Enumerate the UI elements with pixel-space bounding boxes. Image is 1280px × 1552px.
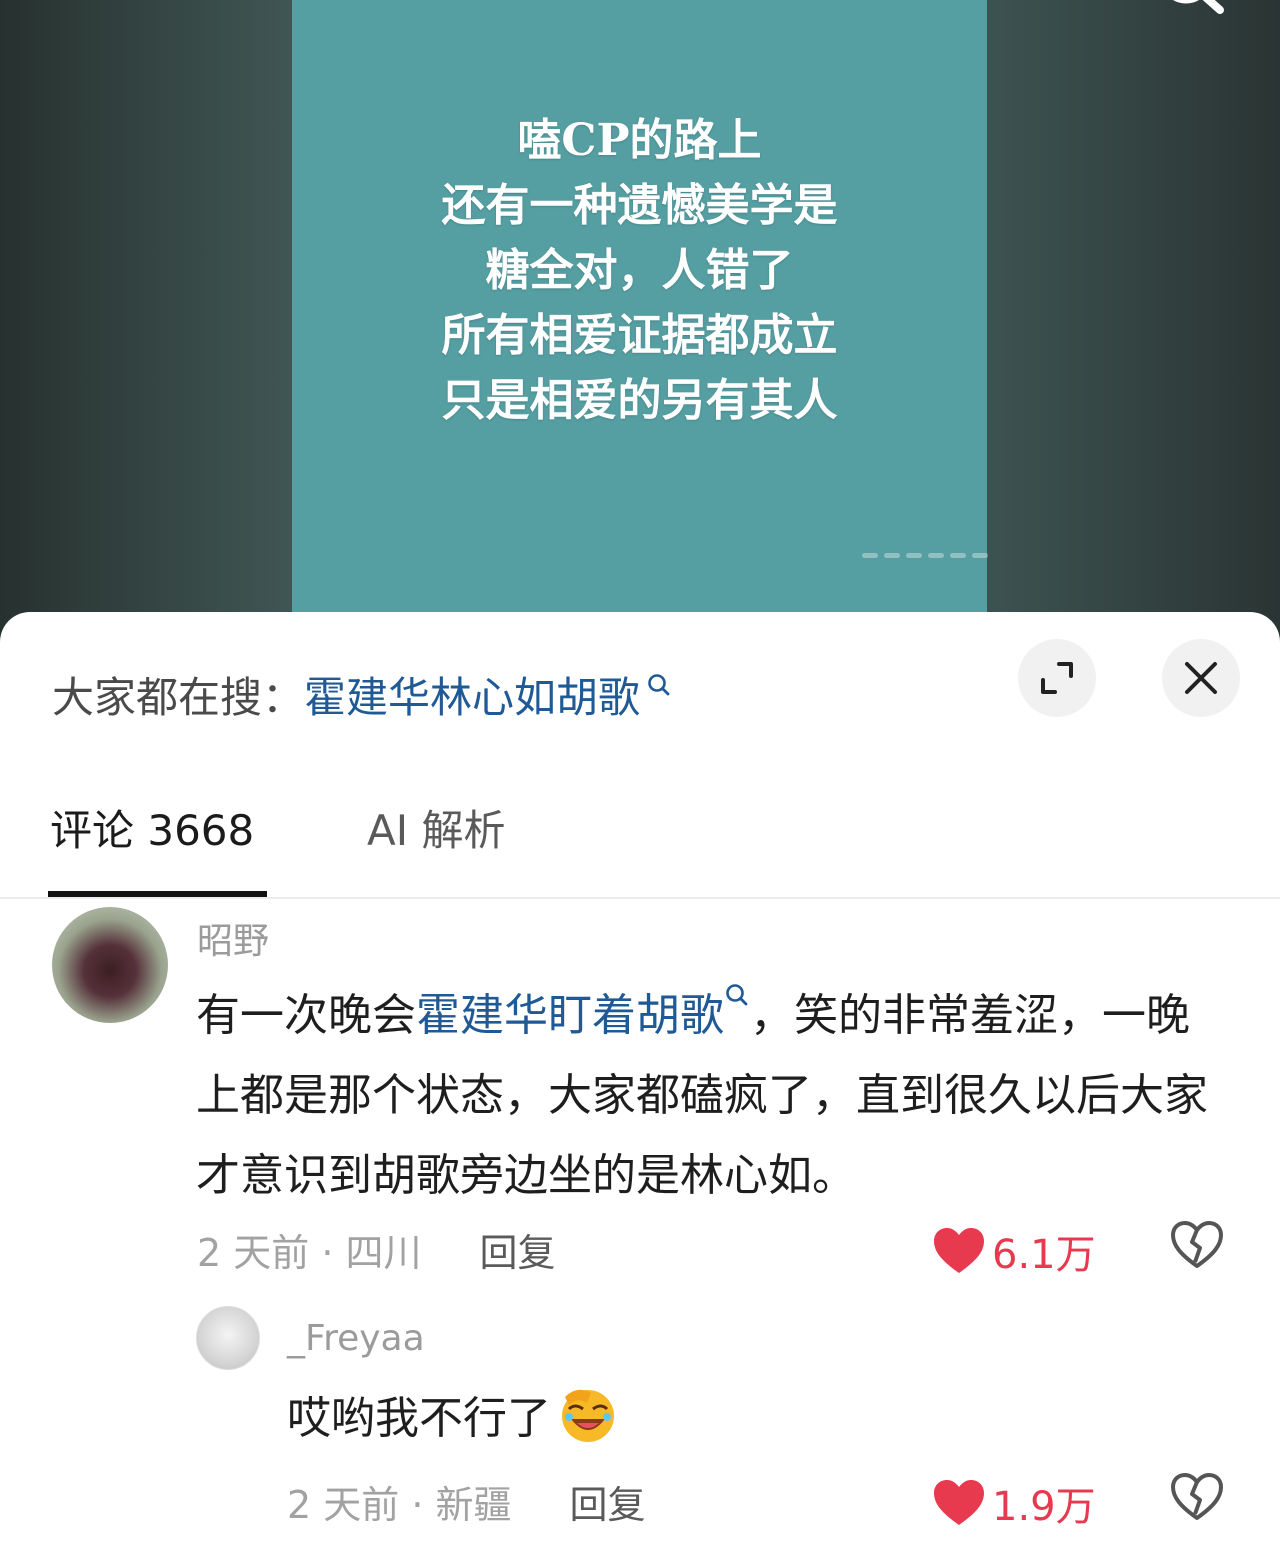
video-caption-line: 只是相爱的另有其人 bbox=[441, 375, 838, 426]
like-count: 1.9万 bbox=[992, 1484, 1096, 1530]
comment-text[interactable]: 有一次晚会霍建华盯着胡歌 ，笑的非常羞涩，一晚上都是那个状态，大家都磕疯了，直到很… bbox=[196, 976, 1216, 1216]
heart-icon bbox=[934, 1228, 984, 1273]
reply-button[interactable]: 回复 bbox=[480, 1222, 556, 1277]
video-card[interactable]: 嗑CP的路上 还有一种遗憾美学是 糖全对，人错了 所有相爱证据都成立 只是相爱的… bbox=[292, 0, 988, 640]
search-icon bbox=[648, 674, 670, 696]
reply-button[interactable]: 回复 bbox=[570, 1474, 646, 1529]
hot-search-bar[interactable]: 大家都在搜： 霍建华林心如胡歌 bbox=[52, 664, 672, 724]
tab-ai-analysis[interactable]: AI 解析 bbox=[367, 797, 505, 858]
close-icon bbox=[1185, 662, 1217, 694]
like-count: 6.1万 bbox=[992, 1232, 1096, 1278]
broken-heart-icon[interactable] bbox=[1170, 1220, 1224, 1270]
video-caption-line: 嗑CP的路上 bbox=[517, 115, 762, 166]
reply-text[interactable]: 哎哟我不行了 bbox=[287, 1382, 619, 1446]
comment-username[interactable]: _Freyaa bbox=[287, 1318, 425, 1359]
expand-button[interactable] bbox=[1018, 639, 1096, 717]
comment-meta: 2 天前 · 新疆 回复 bbox=[287, 1474, 646, 1529]
close-button[interactable] bbox=[1162, 639, 1240, 717]
heart-icon bbox=[934, 1480, 984, 1525]
tab-bar: 评论 3668 AI 解析 bbox=[0, 797, 1280, 899]
search-icon[interactable] bbox=[1150, 0, 1230, 30]
comment-time-location: 2 天前 · 四川 bbox=[197, 1231, 422, 1275]
reply-text-content: 哎哟我不行了 bbox=[287, 1393, 551, 1444]
comment-sheet: 大家都在搜： 霍建华林心如胡歌 评论 3668 AI 解析 昭野 有一次晚会霍建… bbox=[0, 612, 1280, 1552]
like-button[interactable]: 1.9万 bbox=[932, 1474, 1096, 1532]
avatar[interactable] bbox=[196, 1306, 260, 1370]
broken-heart-icon[interactable] bbox=[1170, 1472, 1224, 1522]
video-progress-dots bbox=[862, 548, 1002, 562]
tab-comments[interactable]: 评论 3668 bbox=[50, 797, 254, 858]
video-caption-line: 还有一种遗憾美学是 bbox=[441, 180, 838, 231]
comment-username[interactable]: 昭野 bbox=[197, 912, 269, 964]
comment-text-part: 有一次晚会 bbox=[196, 990, 416, 1041]
comment-meta: 2 天前 · 四川 回复 bbox=[197, 1222, 556, 1277]
comment-search-link[interactable]: 霍建华盯着胡歌 bbox=[416, 990, 724, 1041]
laughing-emoji-icon bbox=[562, 1389, 614, 1442]
search-icon bbox=[726, 984, 748, 1006]
avatar[interactable] bbox=[52, 907, 168, 1023]
video-caption-line: 所有相爱证据都成立 bbox=[441, 310, 838, 361]
video-caption-line: 糖全对，人错了 bbox=[485, 245, 794, 296]
like-button[interactable]: 6.1万 bbox=[932, 1222, 1096, 1280]
expand-icon bbox=[1041, 662, 1073, 694]
hot-search-term[interactable]: 霍建华林心如胡歌 bbox=[304, 664, 640, 725]
hot-search-prefix: 大家都在搜： bbox=[52, 672, 305, 722]
active-tab-indicator bbox=[48, 891, 267, 897]
video-caption: 嗑CP的路上 还有一种遗憾美学是 糖全对，人错了 所有相爱证据都成立 只是相爱的… bbox=[292, 108, 987, 433]
comment-time-location: 2 天前 · 新疆 bbox=[287, 1483, 512, 1527]
